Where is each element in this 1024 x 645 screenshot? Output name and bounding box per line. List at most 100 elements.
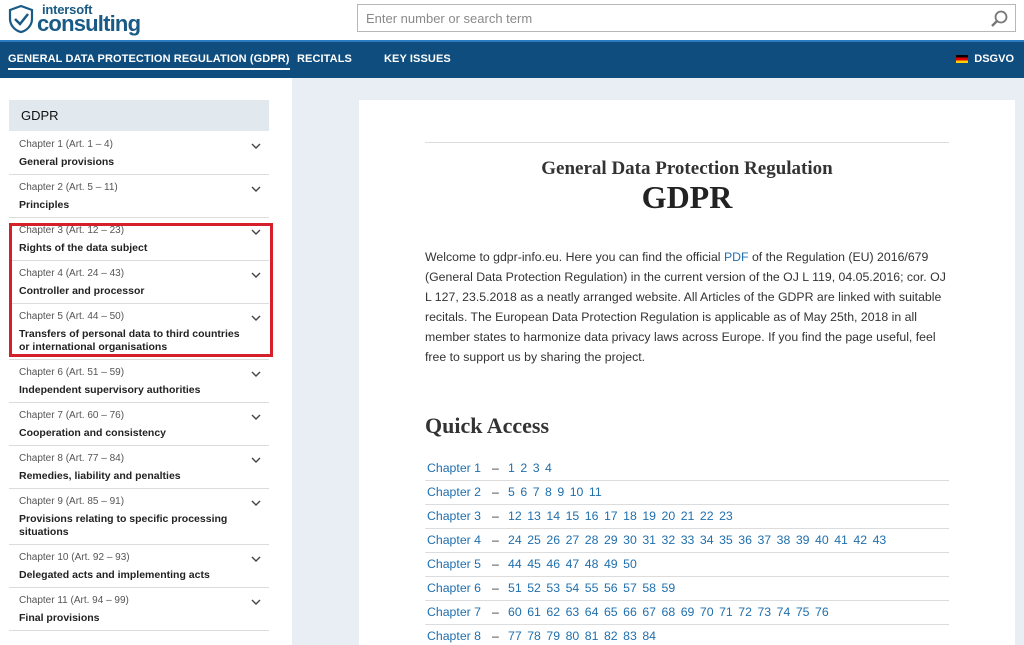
article-link[interactable]: 32 [662,533,676,547]
article-link[interactable]: 53 [546,581,560,595]
article-link[interactable]: 24 [508,533,522,547]
quick-access-chapter-link[interactable]: Chapter 7 [427,605,492,619]
article-link[interactable]: 70 [700,605,714,619]
article-link[interactable]: 82 [604,629,618,643]
quick-access-chapter-link[interactable]: Chapter 3 [427,509,492,523]
article-link[interactable]: 12 [508,509,522,523]
article-link[interactable]: 25 [527,533,541,547]
article-link[interactable]: 59 [662,581,676,595]
article-link[interactable]: 84 [642,629,656,643]
article-link[interactable]: 57 [623,581,637,595]
quick-access-chapter-link[interactable]: Chapter 4 [427,533,492,547]
quick-access-chapter-link[interactable]: Chapter 1 [427,461,492,475]
article-link[interactable]: 13 [527,509,541,523]
article-link[interactable]: 58 [642,581,656,595]
article-link[interactable]: 72 [738,605,752,619]
article-link[interactable]: 80 [566,629,580,643]
article-link[interactable]: 47 [566,557,580,571]
article-link[interactable]: 11 [589,485,602,499]
article-link[interactable]: 6 [520,485,527,499]
article-link[interactable]: 63 [566,605,580,619]
quick-access-chapter-link[interactable]: Chapter 2 [427,485,492,499]
article-link[interactable]: 83 [623,629,637,643]
article-link[interactable]: 76 [815,605,829,619]
article-link[interactable]: 71 [719,605,733,619]
chevron-down-icon[interactable] [251,599,261,605]
article-link[interactable]: 50 [623,557,637,571]
sidebar-chapter-item[interactable]: Chapter 7 (Art. 60 – 76) Cooperation and … [9,403,269,446]
article-link[interactable]: 15 [566,509,580,523]
article-link[interactable]: 20 [662,509,676,523]
article-link[interactable]: 54 [566,581,580,595]
article-link[interactable]: 41 [834,533,848,547]
article-link[interactable]: 21 [681,509,695,523]
nav-item-recitals[interactable]: RECITALS [297,53,352,65]
article-link[interactable]: 36 [738,533,752,547]
sidebar-chapter-item[interactable]: Chapter 6 (Art. 51 – 59) Independent supe… [9,360,269,403]
article-link[interactable]: 75 [796,605,810,619]
chevron-down-icon[interactable] [251,371,261,377]
article-link[interactable]: 35 [719,533,733,547]
article-link[interactable]: 65 [604,605,618,619]
article-link[interactable]: 9 [557,485,564,499]
article-link[interactable]: 52 [527,581,541,595]
article-link[interactable]: 67 [642,605,656,619]
sidebar-chapter-item[interactable]: Chapter 2 (Art. 5 – 11) Principles [9,175,269,218]
quick-access-chapter-link[interactable]: Chapter 6 [427,581,492,595]
article-link[interactable]: 78 [527,629,541,643]
article-link[interactable]: 39 [796,533,810,547]
article-link[interactable]: 17 [604,509,618,523]
article-link[interactable]: 14 [546,509,560,523]
article-link[interactable]: 51 [508,581,522,595]
article-link[interactable]: 10 [570,485,584,499]
language-switch[interactable]: DSGVO [956,53,1014,65]
search-input[interactable] [358,5,978,31]
article-link[interactable]: 28 [585,533,599,547]
article-link[interactable]: 40 [815,533,829,547]
chevron-down-icon[interactable] [251,500,261,506]
article-link[interactable]: 46 [546,557,560,571]
article-link[interactable]: 73 [757,605,771,619]
chevron-down-icon[interactable] [251,457,261,463]
article-link[interactable]: 22 [700,509,714,523]
article-link[interactable]: 18 [623,509,637,523]
article-link[interactable]: 26 [546,533,560,547]
article-link[interactable]: 81 [585,629,599,643]
chevron-down-icon[interactable] [251,143,261,149]
article-link[interactable]: 49 [604,557,618,571]
search-icon[interactable] [989,9,1009,29]
sidebar-chapter-item[interactable]: Chapter 8 (Art. 77 – 84) Remedies, liabil… [9,446,269,489]
article-link[interactable]: 44 [508,557,522,571]
quick-access-chapter-link[interactable]: Chapter 8 [427,629,492,643]
article-link[interactable]: 69 [681,605,695,619]
article-link[interactable]: 16 [585,509,599,523]
article-link[interactable]: 37 [757,533,771,547]
article-link[interactable]: 8 [545,485,552,499]
article-link[interactable]: 43 [873,533,887,547]
article-link[interactable]: 1 [508,461,515,475]
article-link[interactable]: 29 [604,533,618,547]
article-link[interactable]: 74 [777,605,791,619]
article-link[interactable]: 4 [545,461,552,475]
article-link[interactable]: 79 [546,629,560,643]
chevron-down-icon[interactable] [251,186,261,192]
article-link[interactable]: 38 [777,533,791,547]
article-link[interactable]: 23 [719,509,733,523]
article-link[interactable]: 66 [623,605,637,619]
article-link[interactable]: 33 [681,533,695,547]
sidebar-chapter-item[interactable]: Chapter 11 (Art. 94 – 99) Final provision… [9,588,269,631]
article-link[interactable]: 19 [642,509,656,523]
article-link[interactable]: 34 [700,533,714,547]
intersoft-consulting-logo[interactable]: intersoft consulting [6,2,141,36]
sidebar-chapter-item[interactable]: Chapter 9 (Art. 85 – 91) Provisions relat… [9,489,269,545]
sidebar-chapter-item[interactable]: Chapter 10 (Art. 92 – 93) Delegated acts … [9,545,269,588]
pdf-link[interactable]: PDF [724,250,749,264]
article-link[interactable]: 77 [508,629,522,643]
quick-access-chapter-link[interactable]: Chapter 5 [427,557,492,571]
article-link[interactable]: 55 [585,581,599,595]
article-link[interactable]: 27 [566,533,580,547]
article-link[interactable]: 62 [546,605,560,619]
article-link[interactable]: 60 [508,605,522,619]
nav-item-gdpr[interactable]: GENERAL DATA PROTECTION REGULATION (GDPR… [8,53,290,70]
article-link[interactable]: 42 [853,533,867,547]
